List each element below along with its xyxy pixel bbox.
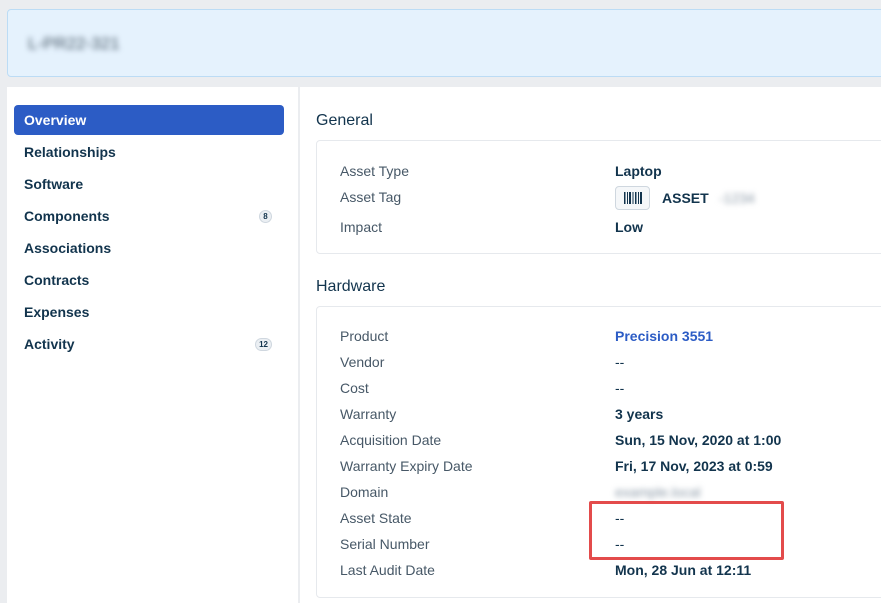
- field-value: 3 years: [615, 406, 664, 422]
- sidebar-item-label: Components: [24, 208, 110, 224]
- header-banner: L-PR22-321: [7, 9, 881, 77]
- sidebar-item-label: Associations: [24, 240, 112, 256]
- field-value: Laptop: [615, 163, 662, 179]
- field-label: Cost: [340, 380, 369, 396]
- field-value: Mon, 28 Jun at 12:11: [615, 562, 752, 578]
- field-label: Warranty: [340, 406, 397, 422]
- sidebar-item-label: Activity: [24, 336, 75, 352]
- sidebar-item-expenses[interactable]: Expenses: [14, 297, 284, 327]
- sidebar-item-label: Expenses: [24, 304, 90, 320]
- sidebar-item-activity[interactable]: Activity 12: [14, 329, 284, 359]
- field-label: Warranty Expiry Date: [340, 458, 473, 474]
- sidebar-item-label: Contracts: [24, 272, 90, 288]
- barcode-button[interactable]: [615, 186, 650, 210]
- field-label: Impact: [340, 219, 383, 235]
- barcode-icon: [623, 192, 642, 204]
- field-label: Asset Tag: [340, 189, 402, 205]
- field-value: --: [615, 380, 625, 396]
- field-value: Fri, 17 Nov, 2023 at 0:59: [615, 458, 773, 474]
- general-card: Asset Type Laptop Asset Tag ASSET -1234 …: [316, 140, 881, 254]
- field-label: Acquisition Date: [340, 432, 442, 448]
- sidebar-item-label: Software: [24, 176, 84, 192]
- count-badge: 8: [259, 210, 272, 223]
- sidebar-nav: Overview Relationships Software Componen…: [7, 87, 298, 603]
- field-label: Vendor: [340, 354, 385, 370]
- section-title-hardware: Hardware: [316, 278, 386, 295]
- asset-tag-value: ASSET: [662, 190, 709, 206]
- field-label: Serial Number: [340, 536, 430, 552]
- field-label: Asset Type: [340, 163, 410, 179]
- highlight-annotation: [589, 501, 784, 560]
- sidebar-item-software[interactable]: Software: [14, 169, 284, 199]
- asset-tag-redacted: -1234: [719, 190, 755, 206]
- count-badge: 12: [255, 338, 272, 351]
- domain-redacted: example.local: [615, 484, 701, 500]
- section-title-general: General: [316, 112, 373, 129]
- field-label: Product: [340, 328, 389, 344]
- field-label: Domain: [340, 484, 389, 500]
- product-link[interactable]: Precision 3551: [615, 328, 713, 344]
- sidebar-item-label: Overview: [24, 112, 87, 128]
- page-title: L-PR22-321: [28, 34, 120, 53]
- sidebar-item-relationships[interactable]: Relationships: [14, 137, 284, 167]
- field-value: Low: [615, 219, 643, 235]
- sidebar-item-contracts[interactable]: Contracts: [14, 265, 284, 295]
- field-label: Asset State: [340, 510, 412, 526]
- field-value: Sun, 15 Nov, 2020 at 1:00: [615, 432, 782, 448]
- sidebar-item-label: Relationships: [24, 144, 116, 160]
- sidebar-item-components[interactable]: Components 8: [14, 201, 284, 231]
- field-value: --: [615, 354, 625, 370]
- field-label: Last Audit Date: [340, 562, 435, 578]
- sidebar-item-associations[interactable]: Associations: [14, 233, 284, 263]
- sidebar-item-overview[interactable]: Overview: [14, 105, 284, 135]
